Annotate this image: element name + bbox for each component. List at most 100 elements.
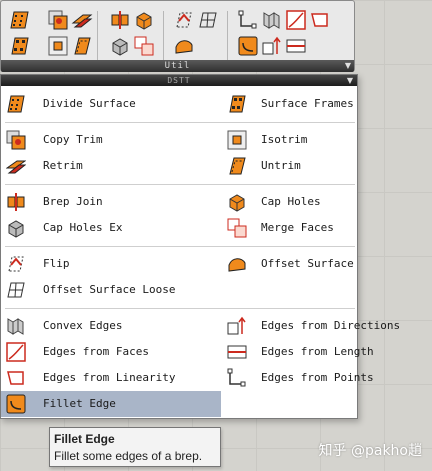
menu-item-edges-from-length[interactable]: Edges from Length (222, 339, 374, 365)
edges-from-points-icon (227, 368, 247, 388)
menu-item-label: Edges from Linearity (43, 371, 176, 384)
ribbon-icon-grid (5, 5, 353, 61)
expand-arrow-icon[interactable]: ▼ (345, 60, 351, 72)
dropdown-menu: DSTT ▼ Divide Surface Surface Frames Cop… (0, 74, 400, 419)
surface-frames-icon[interactable] (9, 35, 31, 57)
cap-holes-icon (227, 192, 247, 212)
untrim-icon[interactable] (71, 35, 93, 57)
offset-surface-icon[interactable] (173, 35, 195, 57)
menu-item-untrim[interactable]: Untrim (222, 153, 357, 179)
menu-item-label: Edges from Length (261, 345, 374, 358)
menu-item-brep-join[interactable]: Brep Join (1, 189, 219, 215)
divide-surface-icon[interactable] (9, 9, 31, 31)
tooltip-title: Fillet Edge (54, 432, 115, 446)
menu-item-label: Cap Holes Ex (43, 221, 123, 234)
menu-item-edges-from-linearity[interactable]: Edges from Linearity (1, 365, 219, 391)
menu-item-convex-edges[interactable]: Convex Edges (1, 313, 219, 339)
menu-separator (5, 184, 355, 185)
convex-edges-icon (6, 316, 26, 336)
retrim-icon (6, 156, 26, 176)
flip-icon (6, 254, 26, 274)
ribbon-panel-label: Util (164, 61, 191, 71)
edges-from-faces-icon[interactable] (285, 9, 307, 31)
menu-item-cap-holes-ex[interactable]: Cap Holes Ex (1, 215, 219, 241)
edges-from-linearity-icon (6, 368, 26, 388)
merge-faces-icon[interactable] (133, 35, 155, 57)
menu-item-flip[interactable]: Flip (1, 251, 219, 277)
ribbon-footer-bar[interactable]: Util ▼ (1, 60, 354, 72)
isotrim-icon (227, 130, 247, 150)
expand-arrow-icon[interactable]: ▼ (347, 75, 353, 86)
ribbon-separator (227, 11, 228, 61)
offset-surface-icon (227, 254, 247, 274)
fillet-edge-icon[interactable] (237, 35, 259, 57)
menu-item-label: Isotrim (261, 133, 308, 146)
edges-from-linearity-icon[interactable] (309, 9, 331, 31)
ribbon-separator (163, 11, 164, 61)
menu-item-surface-frames[interactable]: Surface Frames (222, 91, 357, 117)
menu-item-label: Brep Join (43, 195, 103, 208)
cap-holes-icon[interactable] (133, 9, 155, 31)
menu-item-offset-surface-loose[interactable]: Offset Surface Loose (1, 277, 219, 303)
menu-item-retrim[interactable]: Retrim (1, 153, 219, 179)
offset-surface-loose-icon (6, 280, 26, 300)
menu-item-offset-surface[interactable]: Offset Surface (222, 251, 357, 277)
edges-from-points-icon[interactable] (237, 9, 259, 31)
flip-icon[interactable] (173, 9, 195, 31)
offset-surface-loose-icon[interactable] (197, 9, 219, 31)
menu-separator (5, 308, 355, 309)
tooltip-description: Fillet some edges of a brep. (54, 449, 203, 463)
menu-item-fillet-edge[interactable]: Fillet Edge (1, 391, 221, 417)
menu-item-label: Retrim (43, 159, 83, 172)
brep-join-icon[interactable] (109, 9, 131, 31)
edges-from-directions-icon (227, 316, 247, 336)
menu-item-label: Cap Holes (261, 195, 321, 208)
util-ribbon-panel: Util ▼ (0, 0, 355, 72)
convex-edges-icon[interactable] (261, 9, 283, 31)
menu-item-label: Surface Frames (261, 97, 354, 110)
edges-from-faces-icon (6, 342, 26, 362)
ribbon-separator (97, 11, 98, 61)
untrim-icon (227, 156, 247, 176)
menu-item-label: Merge Faces (261, 221, 334, 234)
menu-item-divide-surface[interactable]: Divide Surface (1, 91, 219, 117)
copy-trim-icon (6, 130, 26, 150)
menu-separator (5, 246, 355, 247)
menu-item-label: Edges from Faces (43, 345, 149, 358)
menu-item-label: Fillet Edge (43, 397, 116, 410)
cap-holes-ex-icon[interactable] (109, 35, 131, 57)
menu-item-edges-from-directions[interactable]: Edges from Directions (222, 313, 400, 339)
tooltip: Fillet Edge Fillet some edges of a brep. (49, 427, 221, 467)
menu-separator (5, 122, 355, 123)
retrim-icon[interactable] (71, 9, 93, 31)
menu-item-label: Edges from Points (261, 371, 374, 384)
menu-item-isotrim[interactable]: Isotrim (222, 127, 357, 153)
copy-trim-icon[interactable] (47, 9, 69, 31)
edges-from-directions-icon[interactable] (261, 35, 283, 57)
fillet-edge-icon (6, 394, 26, 414)
menu-item-label: Flip (43, 257, 70, 270)
menu-item-copy-trim[interactable]: Copy Trim (1, 127, 219, 153)
menu-header-bar: DSTT ▼ (1, 75, 357, 86)
menu-item-label: Divide Surface (43, 97, 136, 110)
menu-item-merge-faces[interactable]: Merge Faces (222, 215, 357, 241)
menu-item-label: Copy Trim (43, 133, 103, 146)
divide-surface-icon (6, 94, 26, 114)
menu-item-edges-from-faces[interactable]: Edges from Faces (1, 339, 219, 365)
menu-item-label: Edges from Directions (261, 319, 401, 332)
merge-faces-icon (227, 218, 247, 238)
cap-holes-ex-icon (6, 218, 26, 238)
edges-from-length-icon[interactable] (285, 35, 307, 57)
brep-join-icon (6, 192, 26, 212)
menu-header-label: DSTT (167, 76, 191, 85)
menu-item-label: Offset Surface Loose (43, 283, 176, 296)
menu-item-cap-holes[interactable]: Cap Holes (222, 189, 357, 215)
isotrim-icon[interactable] (47, 35, 69, 57)
menu-item-label: Convex Edges (43, 319, 123, 332)
surface-frames-icon (227, 94, 247, 114)
watermark: 知乎 @pakho趙 (318, 443, 422, 459)
menu-item-label: Untrim (261, 159, 301, 172)
menu-item-edges-from-points[interactable]: Edges from Points (222, 365, 374, 391)
edges-from-length-icon (227, 342, 247, 362)
menu-item-label: Offset Surface (261, 257, 354, 270)
